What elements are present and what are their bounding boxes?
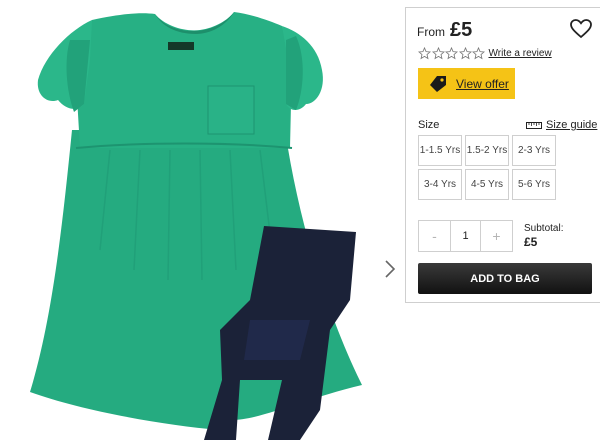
- next-image-button[interactable]: [383, 258, 397, 280]
- view-offer-button[interactable]: View offer: [418, 68, 515, 99]
- from-label: From: [417, 25, 445, 39]
- size-option[interactable]: 2-3 Yrs: [512, 135, 556, 166]
- size-label: Size: [418, 119, 440, 131]
- rating-row: Write a review: [418, 47, 552, 60]
- quantity-stepper: - 1 +: [418, 220, 513, 252]
- wishlist-button[interactable]: [570, 19, 592, 39]
- product-image: [0, 0, 400, 442]
- size-option[interactable]: 4-5 Yrs: [465, 169, 509, 200]
- ruler-icon: [526, 122, 542, 129]
- quantity-input[interactable]: 1: [450, 221, 481, 251]
- price-row: From £5: [417, 19, 472, 42]
- subtotal-label: Subtotal:: [524, 223, 564, 234]
- size-option[interactable]: 1-1.5 Yrs: [418, 135, 462, 166]
- buy-panel: From £5 Write a review View offer Size S…: [405, 7, 600, 303]
- tag-icon: [430, 75, 446, 92]
- star-outline-icon: [431, 47, 445, 60]
- increase-quantity-button[interactable]: +: [481, 221, 512, 251]
- rating-stars: [418, 47, 486, 60]
- size-option[interactable]: 3-4 Yrs: [418, 169, 462, 200]
- size-options: 1-1.5 Yrs 1.5-2 Yrs 2-3 Yrs 3-4 Yrs 4-5 …: [418, 135, 559, 200]
- subtotal-value: £5: [524, 235, 538, 249]
- subtotal: Subtotal: £5: [524, 223, 563, 249]
- star-outline-icon: [418, 47, 431, 60]
- product-photo: [30, 12, 362, 440]
- size-guide-link[interactable]: Size guide: [526, 119, 597, 131]
- star-outline-icon: [472, 47, 485, 60]
- size-guide-label: Size guide: [546, 119, 598, 131]
- add-to-bag-button[interactable]: ADD TO BAG: [418, 263, 592, 294]
- star-outline-icon: [445, 47, 458, 60]
- view-offer-label: View offer: [456, 76, 509, 91]
- decrease-quantity-button[interactable]: -: [419, 221, 450, 251]
- star-outline-icon: [458, 47, 472, 60]
- heart-icon: [570, 19, 592, 39]
- price: £5: [450, 19, 473, 41]
- size-option[interactable]: 1.5-2 Yrs: [465, 135, 509, 166]
- chevron-right-icon: [385, 260, 396, 278]
- size-option[interactable]: 5-6 Yrs: [512, 169, 556, 200]
- write-review-link[interactable]: Write a review: [489, 48, 552, 59]
